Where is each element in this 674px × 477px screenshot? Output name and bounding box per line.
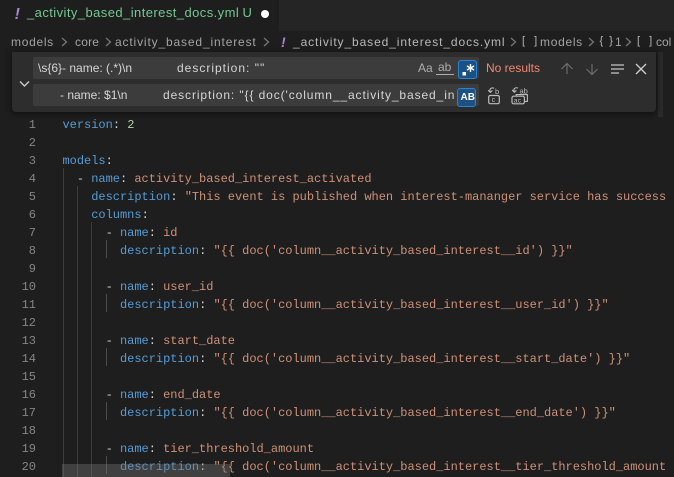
- svg-text:c: c: [492, 97, 496, 104]
- svg-text:b: b: [495, 87, 499, 96]
- svg-text:ac: ac: [514, 97, 522, 104]
